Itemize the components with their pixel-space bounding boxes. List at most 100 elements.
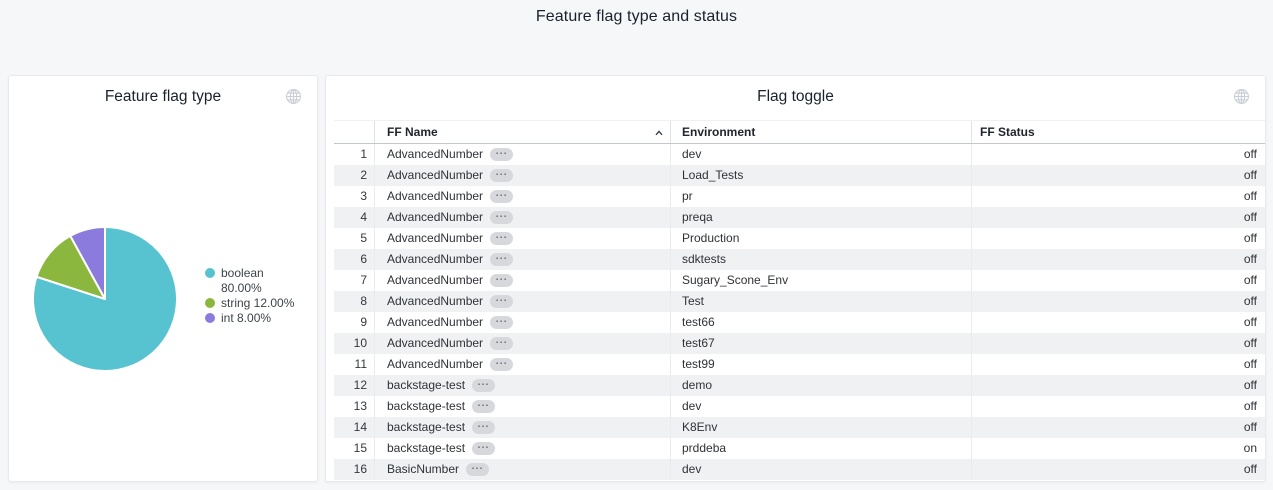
ellipsis-badge-icon[interactable]: ⋯ xyxy=(490,274,513,287)
table-row: 5 AdvancedNumber ⋯ Productionoff xyxy=(334,228,1265,249)
table-row: 2AdvancedNumber⋯Load_Testsoff xyxy=(334,165,1265,186)
ellipsis-badge-icon[interactable]: ⋯ xyxy=(490,316,513,329)
cell-ff-name: AdvancedNumber⋯ xyxy=(374,165,670,186)
cell-ff-name: AdvancedNumber ⋯ xyxy=(374,186,670,207)
cell-ff-name: AdvancedNumber ⋯ xyxy=(374,291,670,312)
row-number: 15 xyxy=(334,438,374,459)
ellipsis-badge-icon[interactable]: ⋯ xyxy=(490,211,513,224)
cell-ff-name: AdvancedNumber ⋯ xyxy=(374,249,670,270)
ellipsis-badge-icon[interactable]: ⋯ xyxy=(466,463,489,476)
cell-environment: Production xyxy=(670,228,971,249)
column-header-ff-name[interactable]: FF Name xyxy=(374,121,670,143)
table-row: 9AdvancedNumber⋯test66off xyxy=(334,312,1265,333)
row-number: 16 xyxy=(334,459,374,480)
ff-name-text: AdvancedNumber xyxy=(387,210,483,224)
ff-name-text: AdvancedNumber xyxy=(387,231,483,245)
row-number: 5 xyxy=(334,228,374,249)
row-number: 12 xyxy=(334,375,374,396)
ellipsis-badge-icon[interactable]: ⋯ xyxy=(490,232,513,245)
row-number: 4 xyxy=(334,207,374,228)
legend-dot-boolean xyxy=(205,268,215,278)
row-number: 11 xyxy=(334,354,374,375)
cell-environment: Test xyxy=(670,291,971,312)
legend-dot-string xyxy=(205,298,215,308)
ff-name-text: AdvancedNumber xyxy=(387,252,483,266)
row-number: 6 xyxy=(334,249,374,270)
column-header-environment[interactable]: Environment xyxy=(670,121,971,143)
row-number: 7 xyxy=(334,270,374,291)
panel-flag-toggle: Flag toggle FF Name Environment xyxy=(325,75,1266,482)
cell-ff-status: off xyxy=(971,396,1265,417)
row-number: 10 xyxy=(334,333,374,354)
cell-environment: test67 xyxy=(670,333,971,354)
ff-name-text: AdvancedNumber xyxy=(387,273,483,287)
cell-environment: pr xyxy=(670,186,971,207)
cell-ff-status: off xyxy=(971,165,1265,186)
ellipsis-badge-icon[interactable]: ⋯ xyxy=(490,337,513,350)
cell-ff-status: off xyxy=(971,354,1265,375)
table-row: 3 AdvancedNumber ⋯ proff xyxy=(334,186,1265,207)
cell-ff-status: off xyxy=(971,270,1265,291)
table-row: 11AdvancedNumber⋯test99off xyxy=(334,354,1265,375)
pie-panel-title: Feature flag type xyxy=(9,76,317,106)
cell-ff-status: off xyxy=(971,186,1265,207)
ff-name-text: backstage-test xyxy=(387,420,465,434)
legend-item-int[interactable]: int 8.00% xyxy=(205,311,313,326)
cell-ff-name: backstage-test ⋯ xyxy=(374,438,670,459)
legend-item-boolean[interactable]: boolean80.00% xyxy=(205,266,313,296)
ff-name-text: backstage-test xyxy=(387,441,465,455)
table-header-row: FF Name Environment FF Status xyxy=(334,120,1265,144)
cell-environment: prddeba xyxy=(670,438,971,459)
cell-ff-name: BasicNumber ⋯ xyxy=(374,459,670,480)
row-number: 1 xyxy=(334,144,374,165)
cell-ff-status: off xyxy=(971,375,1265,396)
cell-ff-status: off xyxy=(971,249,1265,270)
table-panel-title: Flag toggle xyxy=(326,76,1265,106)
ellipsis-badge-icon[interactable]: ⋯ xyxy=(472,421,495,434)
cell-environment: dev xyxy=(670,144,971,165)
pie-chart xyxy=(24,218,186,380)
cell-ff-status: off xyxy=(971,228,1265,249)
cell-ff-name: backstage-test ⋯ xyxy=(374,417,670,438)
ellipsis-badge-icon[interactable]: ⋯ xyxy=(472,400,495,413)
table-panel-header: Flag toggle xyxy=(326,76,1265,110)
column-header-ff-status[interactable]: FF Status xyxy=(971,121,1265,143)
cell-ff-status: off xyxy=(971,333,1265,354)
cell-environment: K8Env xyxy=(670,417,971,438)
cell-ff-name: AdvancedNumber⋯ xyxy=(374,333,670,354)
table-row: 6AdvancedNumber⋯sdktestsoff xyxy=(334,249,1265,270)
cell-ff-status: off xyxy=(971,459,1265,480)
table-row: 1AdvancedNumber⋯devoff xyxy=(334,144,1265,165)
ff-name-text: AdvancedNumber xyxy=(387,315,483,329)
table-row: 15backstage-test⋯prddebaon xyxy=(334,438,1265,459)
globe-icon[interactable] xyxy=(285,88,302,105)
ellipsis-badge-icon[interactable]: ⋯ xyxy=(490,253,513,266)
ff-name-text: backstage-test xyxy=(387,378,465,392)
sort-ascending-icon[interactable] xyxy=(654,127,664,137)
ellipsis-badge-icon[interactable]: ⋯ xyxy=(490,295,513,308)
ff-name-text: backstage-test xyxy=(387,399,465,413)
ellipsis-badge-icon[interactable]: ⋯ xyxy=(472,442,495,455)
ff-name-text: BasicNumber xyxy=(387,462,459,476)
ellipsis-badge-icon[interactable]: ⋯ xyxy=(490,148,513,161)
row-number: 3 xyxy=(334,186,374,207)
ff-name-text: AdvancedNumber xyxy=(387,294,483,308)
cell-ff-name: AdvancedNumber⋯ xyxy=(374,354,670,375)
row-number: 14 xyxy=(334,417,374,438)
ff-name-text: AdvancedNumber xyxy=(387,189,483,203)
ellipsis-badge-icon[interactable]: ⋯ xyxy=(490,169,513,182)
globe-icon[interactable] xyxy=(1233,88,1250,105)
cell-ff-name: AdvancedNumber ⋯ xyxy=(374,144,670,165)
column-header-ff-name-label: FF Name xyxy=(387,125,438,139)
table-row: 10AdvancedNumber⋯test67off xyxy=(334,333,1265,354)
row-number: 8 xyxy=(334,291,374,312)
ff-name-text: AdvancedNumber xyxy=(387,147,483,161)
ellipsis-badge-icon[interactable]: ⋯ xyxy=(490,190,513,203)
ellipsis-badge-icon[interactable]: ⋯ xyxy=(472,379,495,392)
ellipsis-badge-icon[interactable]: ⋯ xyxy=(490,358,513,371)
cell-ff-name: AdvancedNumber ⋯ xyxy=(374,228,670,249)
legend-item-string[interactable]: string 12.00% xyxy=(205,296,313,311)
row-number: 9 xyxy=(334,312,374,333)
row-number: 2 xyxy=(334,165,374,186)
pie-panel-header: Feature flag type xyxy=(9,76,317,110)
